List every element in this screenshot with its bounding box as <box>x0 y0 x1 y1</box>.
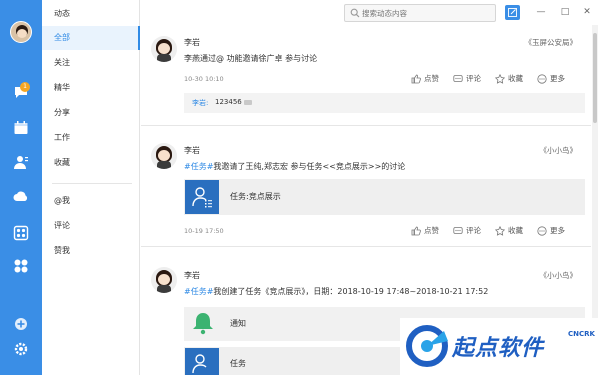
post-author[interactable]: 李岩 <box>184 145 200 156</box>
menu-item-likes[interactable]: 赞我 <box>42 239 140 263</box>
post-actions: 点赞 评论 收藏 更多 <box>411 73 579 84</box>
search-icon <box>350 8 360 18</box>
comment-button[interactable]: 评论 <box>453 225 481 236</box>
more-button[interactable]: 更多 <box>537 73 565 84</box>
grid-icon[interactable] <box>13 258 29 274</box>
notification-badge: 1 <box>20 82 30 92</box>
image-icon <box>244 100 252 105</box>
task-tag[interactable]: #任务# <box>184 287 213 296</box>
maximize-button[interactable]: □ <box>556 4 574 20</box>
post-text: #任务#我邀请了王纯,郑志宏 参与任务<<竞点展示>>的讨论 <box>184 162 406 171</box>
star-icon <box>495 73 505 84</box>
contacts-icon[interactable] <box>13 154 29 170</box>
favorite-button[interactable]: 收藏 <box>495 225 523 236</box>
menu-item-featured[interactable]: 精华 <box>42 76 140 100</box>
task-tag[interactable]: #任务# <box>184 162 213 171</box>
maximize-icon: □ <box>560 7 570 17</box>
like-button[interactable]: 点赞 <box>411 73 439 84</box>
minimize-button[interactable]: — <box>532 4 550 20</box>
settings-icon[interactable] <box>13 341 29 357</box>
comment-item: 李岩: 123456 <box>184 93 585 113</box>
menu-item-all[interactable]: 全部 <box>42 26 140 50</box>
author-avatar[interactable] <box>151 143 177 169</box>
author-avatar[interactable] <box>151 36 177 62</box>
post-group[interactable]: 《小小鸟》 <box>540 270 578 281</box>
author-avatar[interactable] <box>151 267 177 293</box>
more-button[interactable]: 更多 <box>537 225 565 236</box>
menu-item-comments[interactable]: 评论 <box>42 214 140 238</box>
feed-post: 李岩 《小小鸟》 #任务#我邀请了王纯,郑志宏 参与任务<<竞点展示>>的讨论 … <box>141 127 591 247</box>
user-avatar[interactable] <box>10 21 32 43</box>
notice-title: 通知 <box>230 319 246 328</box>
post-group[interactable]: 《小小鸟》 <box>540 145 578 156</box>
scrollbar-thumb[interactable] <box>593 33 597 123</box>
thumbs-up-icon <box>411 226 421 236</box>
comment-button[interactable]: 评论 <box>453 73 481 84</box>
post-actions: 点赞 评论 收藏 更多 <box>411 225 579 236</box>
task-card[interactable]: 任务:竞点展示 <box>184 179 585 215</box>
menu-item-mentions[interactable]: @我 <box>42 189 140 213</box>
watermark: 起点软件 CNCRK <box>400 318 600 375</box>
thumbs-up-icon <box>411 74 421 84</box>
category-menu: 动态 全部 关注 精华 分享 工作 收藏 @我 评论 赞我 <box>42 0 140 375</box>
menu-item-work[interactable]: 工作 <box>42 126 140 150</box>
watermark-sub: CNCRK <box>568 330 595 338</box>
task-icon <box>185 180 219 214</box>
like-button[interactable]: 点赞 <box>411 225 439 236</box>
post-text: 李燕通过@ 功能邀请徐广卓 参与讨论 <box>184 54 318 63</box>
menu-item-favorites[interactable]: 收藏 <box>42 151 140 175</box>
more-icon <box>537 225 547 236</box>
compose-button[interactable] <box>505 5 520 20</box>
calendar-icon[interactable] <box>13 120 29 136</box>
favorite-button[interactable]: 收藏 <box>495 73 523 84</box>
watermark-text: 起点软件 <box>452 336 545 361</box>
add-icon[interactable] <box>13 316 29 332</box>
task-icon <box>185 348 219 375</box>
watermark-logo-icon <box>406 325 448 367</box>
post-time: 10-19 17:50 <box>184 227 224 235</box>
left-rail: 1 <box>0 0 42 375</box>
menu-item-share[interactable]: 分享 <box>42 101 140 125</box>
post-text: #任务#我创建了任务《竞点展示》，日期：2018-10-19 17:48~201… <box>184 287 489 296</box>
comment-author[interactable]: 李岩: <box>192 98 208 108</box>
feed-post: 李岩 《玉屏公安局》 李燕通过@ 功能邀请徐广卓 参与讨论 10-30 10:1… <box>141 25 591 126</box>
close-icon: ✕ <box>583 7 591 17</box>
post-author[interactable]: 李岩 <box>184 270 200 281</box>
comment-icon <box>453 74 463 84</box>
search-box[interactable] <box>344 4 496 22</box>
task-card-title: 任务:竞点展示 <box>230 192 281 201</box>
search-input[interactable] <box>362 7 492 19</box>
page-title: 动态 <box>54 9 70 18</box>
comment-text: 123456 <box>215 98 242 106</box>
minimize-icon: — <box>536 7 546 17</box>
bell-icon <box>193 313 213 335</box>
star-icon <box>495 225 505 236</box>
cloud-icon[interactable] <box>13 188 29 204</box>
menu-divider <box>52 183 132 184</box>
menu-item-follow[interactable]: 关注 <box>42 51 140 75</box>
post-time: 10-30 10:10 <box>184 75 224 83</box>
task-card-title: 任务 <box>230 359 246 368</box>
edit-icon <box>508 8 517 17</box>
post-author[interactable]: 李岩 <box>184 37 200 48</box>
apps-icon[interactable] <box>6 221 36 245</box>
post-group[interactable]: 《玉屏公安局》 <box>525 37 578 48</box>
comment-icon <box>453 226 463 236</box>
close-button[interactable]: ✕ <box>578 4 596 20</box>
more-icon <box>537 73 547 84</box>
